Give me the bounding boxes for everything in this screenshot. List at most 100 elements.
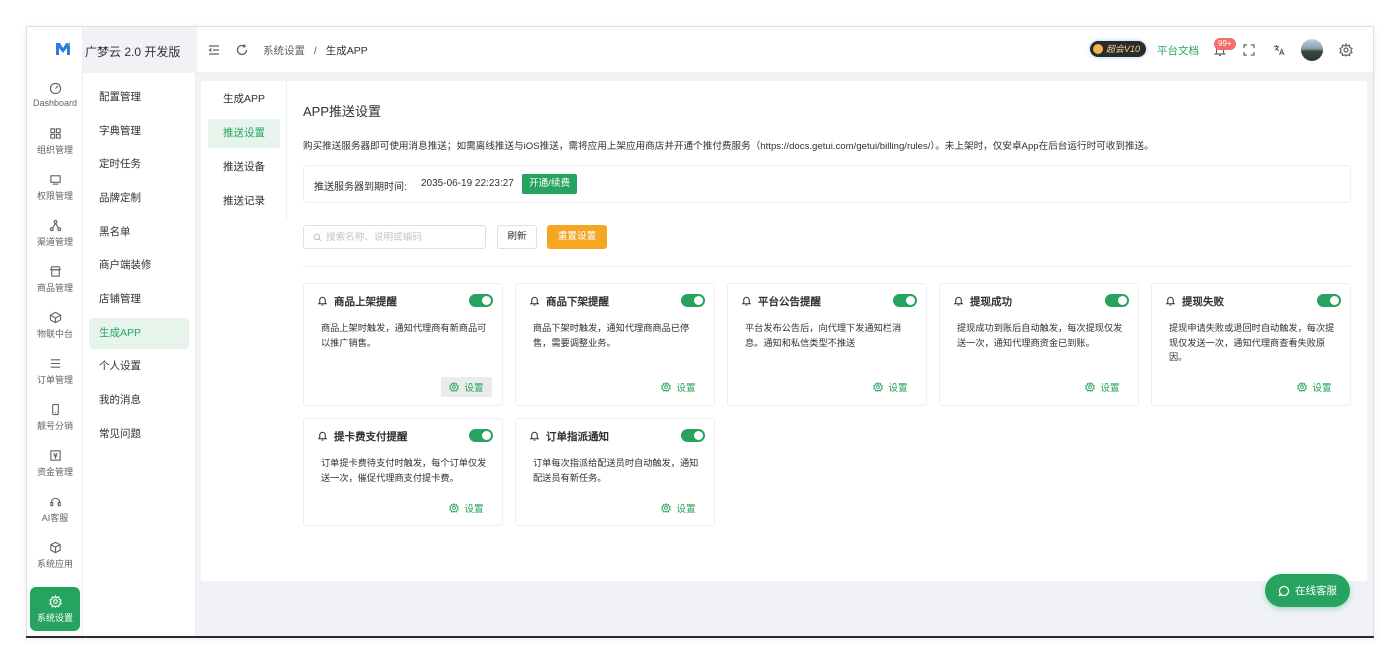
rail-item-goods[interactable]: 商品管理 xyxy=(30,257,80,301)
translate-icon[interactable] xyxy=(1272,43,1286,57)
rail-label: 订单管理 xyxy=(36,374,73,385)
store-icon xyxy=(49,265,61,277)
refresh-button[interactable]: 刷新 xyxy=(497,225,537,249)
gear-icon xyxy=(48,594,62,608)
rail-item-iot[interactable]: 物联中台 xyxy=(30,303,80,347)
submenu-item-config[interactable]: 配置管理 xyxy=(89,82,189,113)
breadcrumb: 系统设置 / 生成APP xyxy=(263,43,368,58)
card-title: 商品下架提醒 xyxy=(546,296,609,308)
tab-push-records[interactable]: 推送记录 xyxy=(208,187,280,216)
card-description: 商品下架时触发，通知代理商商品已停售，需要调整业务。 xyxy=(533,323,690,348)
card-withdraw-success: 提现成功 提现成功到账后自动触发，每次提现仅发送一次，通知代理商资金已到账。 设… xyxy=(939,283,1139,406)
rail-item-dashboard[interactable]: Dashboard xyxy=(30,73,80,117)
monitor-icon xyxy=(49,174,61,185)
rail-item-number[interactable]: 靓号分销 xyxy=(30,395,80,439)
rail-item-permission[interactable]: 权限管理 xyxy=(30,165,80,209)
platform-docs-link[interactable]: 平台文档 xyxy=(1157,43,1199,58)
enable-toggle[interactable] xyxy=(893,294,917,307)
submenu-item-cron[interactable]: 定时任务 xyxy=(89,149,189,180)
card-title: 提卡费支付提醒 xyxy=(334,431,408,443)
breadcrumb-current: 生成APP xyxy=(325,45,368,57)
enable-toggle[interactable] xyxy=(1317,294,1341,307)
rail-item-funds[interactable]: 资金管理 xyxy=(30,441,80,485)
card-settings-button[interactable]: 设置 xyxy=(441,498,492,518)
main-nav-rail: Dashboard 组织管理 权限管理 渠道管理 商品管理 物联中台 订单管理 xyxy=(27,27,83,636)
window-bottom-edge xyxy=(26,636,1374,638)
card-title: 提现失败 xyxy=(1182,296,1224,308)
notification-badge: 99+ xyxy=(1214,38,1236,50)
rail-item-channel[interactable]: 渠道管理 xyxy=(30,211,80,255)
submenu-item-faq[interactable]: 常见问题 xyxy=(89,419,189,450)
renew-button[interactable]: 开通/续费 xyxy=(522,174,578,194)
divider xyxy=(303,266,1351,267)
collapse-menu-icon[interactable] xyxy=(207,43,221,57)
rail-item-orders[interactable]: 订单管理 xyxy=(30,349,80,393)
submenu-item-merchant-decor[interactable]: 商户端装修 xyxy=(89,250,189,281)
grid-icon xyxy=(49,127,61,139)
enable-toggle[interactable] xyxy=(681,294,705,307)
submenu-item-brand[interactable]: 品牌定制 xyxy=(89,183,189,214)
card-settings-button[interactable]: 设置 xyxy=(1289,377,1340,397)
card-settings-button[interactable]: 设置 xyxy=(653,377,704,397)
search-box[interactable] xyxy=(303,225,486,249)
bell-icon xyxy=(741,296,752,306)
refresh-icon[interactable] xyxy=(235,43,249,57)
enable-toggle[interactable] xyxy=(469,294,493,307)
breadcrumb-parent[interactable]: 系统设置 xyxy=(263,45,305,57)
reset-settings-button[interactable]: 重置设置 xyxy=(547,225,607,249)
card-description: 平台发布公告后，向代理下发通知栏消息。通知和私信类型不推送 xyxy=(745,323,902,348)
submenu-item-generate-app[interactable]: 生成APP xyxy=(89,318,189,349)
rail-item-ai[interactable]: AI客服 xyxy=(30,487,80,531)
tab-generate-app[interactable]: 生成APP xyxy=(208,85,280,114)
rail-item-settings[interactable]: 系统设置 xyxy=(30,587,80,631)
enable-toggle[interactable] xyxy=(469,429,493,442)
online-support-button[interactable]: 在线客服 xyxy=(1265,574,1350,607)
bell-icon xyxy=(953,296,964,306)
user-avatar[interactable] xyxy=(1301,39,1323,61)
card-title: 订单指派通知 xyxy=(546,431,609,443)
card-settings-button[interactable]: 设置 xyxy=(865,377,916,397)
enable-toggle[interactable] xyxy=(681,429,705,442)
gear-icon xyxy=(1297,382,1308,392)
card-platform-notice: 平台公告提醒 平台发布公告后，向代理下发通知栏消息。通知和私信类型不推送 设置 xyxy=(727,283,927,406)
card-goods-on-shelf: 商品上架提醒 商品上架时触发，通知代理商有新商品可以推广销售。 设置 xyxy=(303,283,503,406)
settings-gear-icon[interactable] xyxy=(1339,43,1353,57)
rail-label: 组织管理 xyxy=(36,144,73,155)
submenu-item-shop[interactable]: 店铺管理 xyxy=(89,284,189,315)
submenu-item-messages[interactable]: 我的消息 xyxy=(89,385,189,416)
wallet-icon xyxy=(49,449,61,461)
tab-push-devices[interactable]: 推送设备 xyxy=(208,153,280,182)
rail-item-apps[interactable]: 系统应用 xyxy=(30,533,80,577)
search-input[interactable] xyxy=(326,228,481,246)
top-header: 系统设置 / 生成APP 超会V10 平台文档 99+ xyxy=(197,27,1373,73)
chat-bubble-icon xyxy=(1278,585,1290,596)
online-support-label: 在线客服 xyxy=(1295,585,1337,597)
settings-submenu: 配置管理 字典管理 定时任务 品牌定制 黑名单 商户端装修 店铺管理 生成APP… xyxy=(83,73,196,636)
settings-label: 设置 xyxy=(464,504,484,515)
app-window: Dashboard 组织管理 权限管理 渠道管理 商品管理 物联中台 订单管理 xyxy=(26,26,1374,637)
rail-item-org[interactable]: 组织管理 xyxy=(30,119,80,163)
card-settings-button[interactable]: 设置 xyxy=(1077,377,1128,397)
breadcrumb-separator: / xyxy=(313,45,317,57)
expire-time: 2035-06-19 22:23:27 xyxy=(421,178,514,189)
card-settings-button[interactable]: 设置 xyxy=(653,498,704,518)
tab-push-settings[interactable]: 推送设置 xyxy=(208,119,280,148)
enable-toggle[interactable] xyxy=(1105,294,1129,307)
settings-label: 设置 xyxy=(464,383,484,394)
headset-icon xyxy=(49,497,61,506)
submenu-item-dict[interactable]: 字典管理 xyxy=(89,116,189,147)
settings-label: 设置 xyxy=(676,504,696,515)
submenu-item-blacklist[interactable]: 黑名单 xyxy=(89,217,189,248)
app-logo-icon xyxy=(56,43,70,55)
card-settings-button[interactable]: 设置 xyxy=(441,377,492,397)
phone-icon xyxy=(51,403,59,415)
expire-label: 推送服务器到期时间: xyxy=(314,182,407,193)
card-description: 订单提卡费待支付时触发，每个订单仅发送一次，催促代理商支付提卡费。 xyxy=(321,458,487,483)
gear-icon xyxy=(449,503,460,513)
settings-label: 设置 xyxy=(676,383,696,394)
submenu-item-personal[interactable]: 个人设置 xyxy=(89,351,189,382)
rail-label: 资金管理 xyxy=(36,466,73,477)
rail-label: 系统应用 xyxy=(36,558,73,569)
vip-badge[interactable]: 超会V10 xyxy=(1090,41,1147,57)
fullscreen-icon[interactable] xyxy=(1242,43,1256,57)
